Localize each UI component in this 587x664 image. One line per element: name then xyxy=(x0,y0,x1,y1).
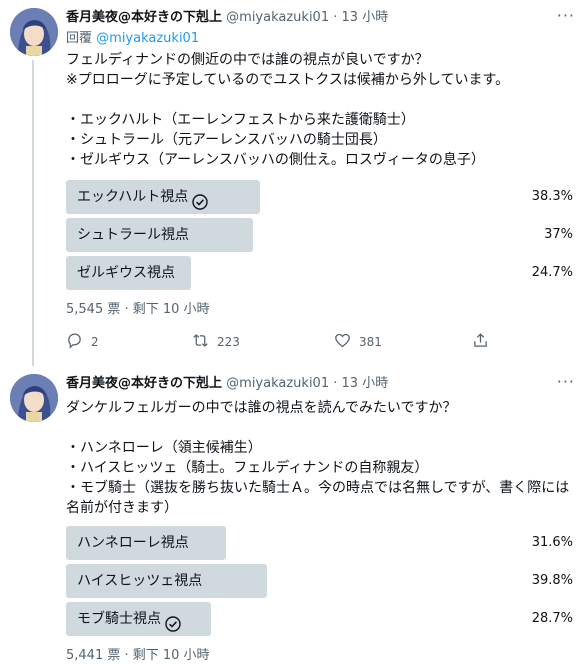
reply-mention-link[interactable]: @miyakazuki01 xyxy=(96,31,199,46)
tweet-header: 香月美夜@本好きの下剋上 @miyakazuki01 · 13 小時 xyxy=(66,9,388,26)
author-name[interactable]: 香月美夜@本好きの下剋上 xyxy=(66,376,222,391)
reply-context: 回覆 @miyakazuki01 xyxy=(66,30,199,47)
poll-option: エックハルト視点 38.3% xyxy=(66,180,573,214)
poll-option-label: ゼルギウス視点 xyxy=(77,265,175,281)
separator-dot: · xyxy=(333,376,338,391)
tweet-1[interactable]: 香月美夜@本好きの下剋上 @miyakazuki01 · 13 小時 ··· 回… xyxy=(0,0,587,366)
tweet-header: 香月美夜@本好きの下剋上 @miyakazuki01 · 13 小時 xyxy=(66,375,388,392)
author-handle[interactable]: @miyakazuki01 xyxy=(226,10,329,25)
author-handle[interactable]: @miyakazuki01 xyxy=(226,376,329,391)
poll-option: ハンネローレ視点 31.6% xyxy=(66,526,573,560)
poll-option-percent: 28.7% xyxy=(531,611,573,626)
share-button[interactable] xyxy=(472,332,489,352)
action-bar: 2 223 381 xyxy=(66,332,496,352)
reply-button[interactable]: 2 xyxy=(66,332,99,352)
timestamp[interactable]: 13 小時 xyxy=(342,10,389,25)
poll-option: ハイスヒッツェ視点 39.8% xyxy=(66,564,573,598)
poll-option: ゼルギウス視点 24.7% xyxy=(66,256,573,290)
heart-icon xyxy=(334,332,351,352)
tweet-text: フェルディナンドの側近の中では誰の視点が良いですか？ ※プロローグに予定している… xyxy=(66,52,510,168)
poll-option: モブ騎士視点 28.7% xyxy=(66,602,573,636)
author-name[interactable]: 香月美夜@本好きの下剋上 xyxy=(66,10,222,25)
more-icon[interactable]: ··· xyxy=(557,8,575,24)
avatar[interactable] xyxy=(10,374,58,422)
thread-line xyxy=(32,60,34,366)
tweet-2[interactable]: 香月美夜@本好きの下剋上 @miyakazuki01 · 13 小時 ··· ダ… xyxy=(0,366,587,664)
poll: エックハルト視点 38.3% シュトラール視点 37% ゼルギウス視点 24.7… xyxy=(66,180,573,294)
check-circle-icon xyxy=(192,189,209,210)
like-count: 381 xyxy=(359,335,382,349)
poll-option-percent: 37% xyxy=(544,227,573,242)
poll-option-label: ハンネローレ視点 xyxy=(77,535,189,551)
separator-dot: · xyxy=(333,10,338,25)
more-icon[interactable]: ··· xyxy=(557,374,575,390)
poll-option-label: ハイスヒッツェ視点 xyxy=(77,573,203,589)
poll-meta: 5,441 票 · 剩下 10 小時 xyxy=(66,648,210,663)
poll-option-label: エックハルト視点 xyxy=(77,189,189,205)
tweet-text: ダンケルフェルガーの中では誰の視点を読んでみたいですか？ ・ハンネローレ（領主候… xyxy=(66,400,570,516)
retweet-button[interactable]: 223 xyxy=(192,332,240,352)
poll: ハンネローレ視点 31.6% ハイスヒッツェ視点 39.8% モブ騎士視点 28… xyxy=(66,526,573,640)
poll-option-percent: 38.3% xyxy=(531,189,573,204)
poll-option-percent: 24.7% xyxy=(531,265,573,280)
reply-icon xyxy=(66,332,83,352)
poll-option: シュトラール視点 37% xyxy=(66,218,573,252)
poll-meta: 5,545 票 · 剩下 10 小時 xyxy=(66,302,210,317)
poll-option-percent: 31.6% xyxy=(531,535,573,550)
timestamp[interactable]: 13 小時 xyxy=(342,376,389,391)
retweet-icon xyxy=(192,332,209,352)
poll-option-label: モブ騎士視点 xyxy=(77,611,161,627)
reply-count: 2 xyxy=(91,335,99,349)
avatar[interactable] xyxy=(10,8,58,56)
check-circle-icon xyxy=(165,611,181,632)
reply-prefix: 回覆 xyxy=(66,31,93,46)
poll-option-label: シュトラール視点 xyxy=(77,227,189,243)
retweet-count: 223 xyxy=(217,335,240,349)
like-button[interactable]: 381 xyxy=(334,332,382,352)
share-icon xyxy=(472,332,489,352)
poll-option-percent: 39.8% xyxy=(531,573,573,588)
